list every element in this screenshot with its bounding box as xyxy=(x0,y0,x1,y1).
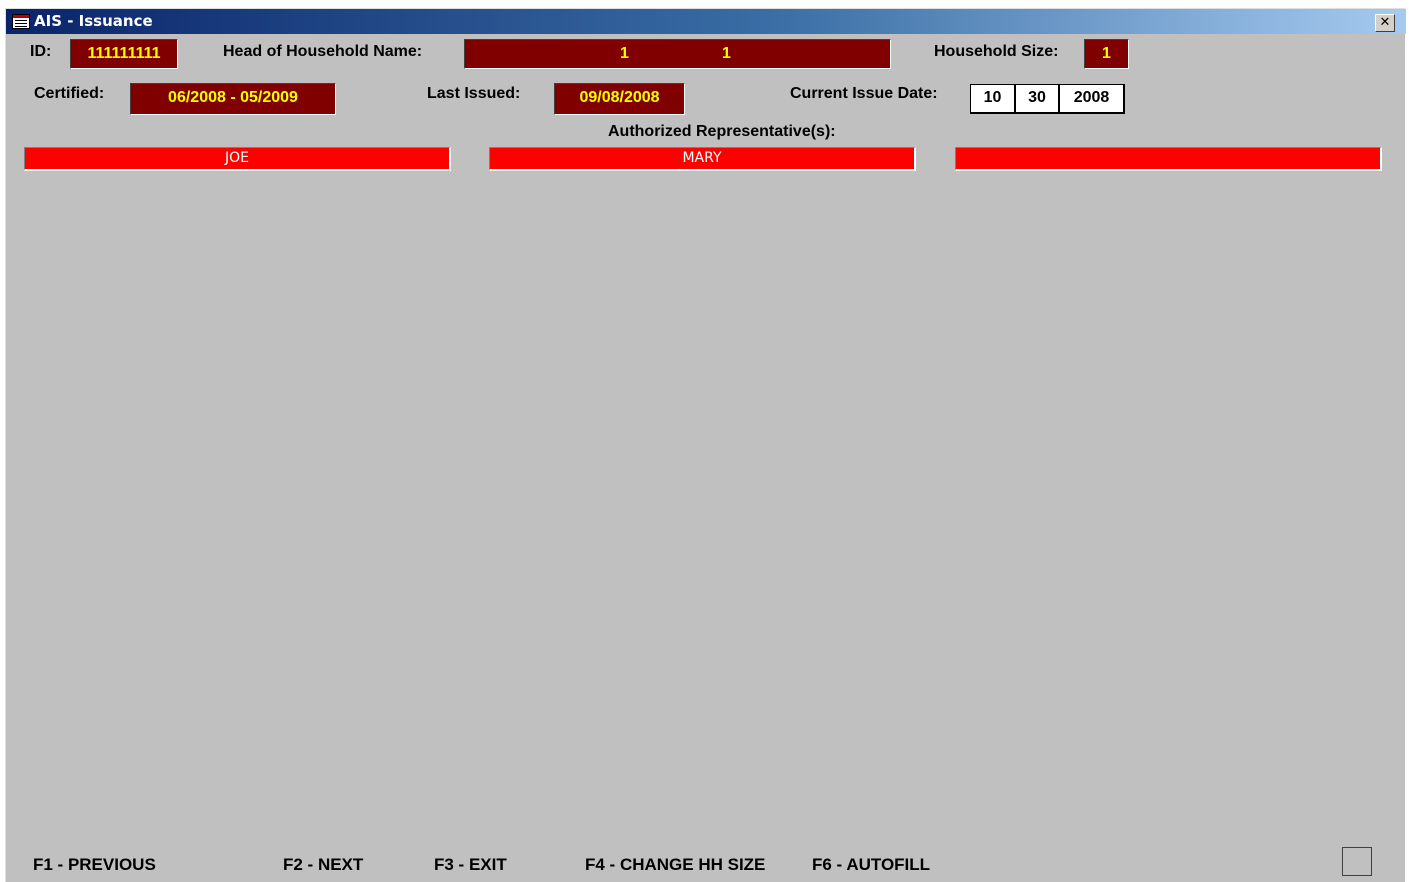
issue-year-input[interactable]: 2008 xyxy=(1059,84,1125,114)
f6-autofill-key[interactable]: F6 - AUTOFILL xyxy=(812,855,930,875)
hoh-last-name: 1 xyxy=(722,45,731,62)
close-button[interactable]: ✕ xyxy=(1375,14,1395,32)
current-issue-date-label: Current Issue Date: xyxy=(790,85,938,102)
hoh-name-field[interactable]: 1 1 xyxy=(464,39,891,69)
authorized-reps-label: Authorized Representative(s): xyxy=(608,123,836,140)
auth-rep-field-1[interactable]: JOE xyxy=(24,147,451,171)
app-icon xyxy=(12,14,30,29)
certified-label: Certified: xyxy=(34,85,105,102)
issue-day-input[interactable]: 30 xyxy=(1015,84,1060,114)
household-size-label: Household Size: xyxy=(934,43,1059,60)
f3-exit-key[interactable]: F3 - EXIT xyxy=(434,855,507,875)
household-size-field[interactable]: 1 xyxy=(1084,39,1129,69)
last-issued-label: Last Issued: xyxy=(427,85,521,102)
f1-previous-key[interactable]: F1 - PREVIOUS xyxy=(33,855,156,875)
auth-rep-field-3[interactable] xyxy=(955,147,1382,171)
hoh-label: Head of Household Name: xyxy=(223,43,423,60)
window-title: AIS - Issuance xyxy=(34,12,153,30)
f2-next-key[interactable]: F2 - NEXT xyxy=(283,855,363,875)
f4-change-hh-size-key[interactable]: F4 - CHANGE HH SIZE xyxy=(585,855,765,875)
certified-field[interactable]: 06/2008 - 05/2009 xyxy=(130,83,336,115)
hoh-first-name: 1 xyxy=(620,45,629,62)
id-field[interactable]: 111111111 xyxy=(70,39,178,69)
title-bar[interactable]: AIS - Issuance ✕ xyxy=(6,9,1406,34)
issue-month-input[interactable]: 10 xyxy=(970,84,1016,114)
status-box[interactable] xyxy=(1342,847,1372,876)
last-issued-field[interactable]: 09/08/2008 xyxy=(554,83,685,115)
issuance-window: AIS - Issuance ✕ ID: 111111111 Head of H… xyxy=(5,8,1406,882)
auth-rep-field-2[interactable]: MARY xyxy=(489,147,916,171)
id-label: ID: xyxy=(30,43,52,60)
